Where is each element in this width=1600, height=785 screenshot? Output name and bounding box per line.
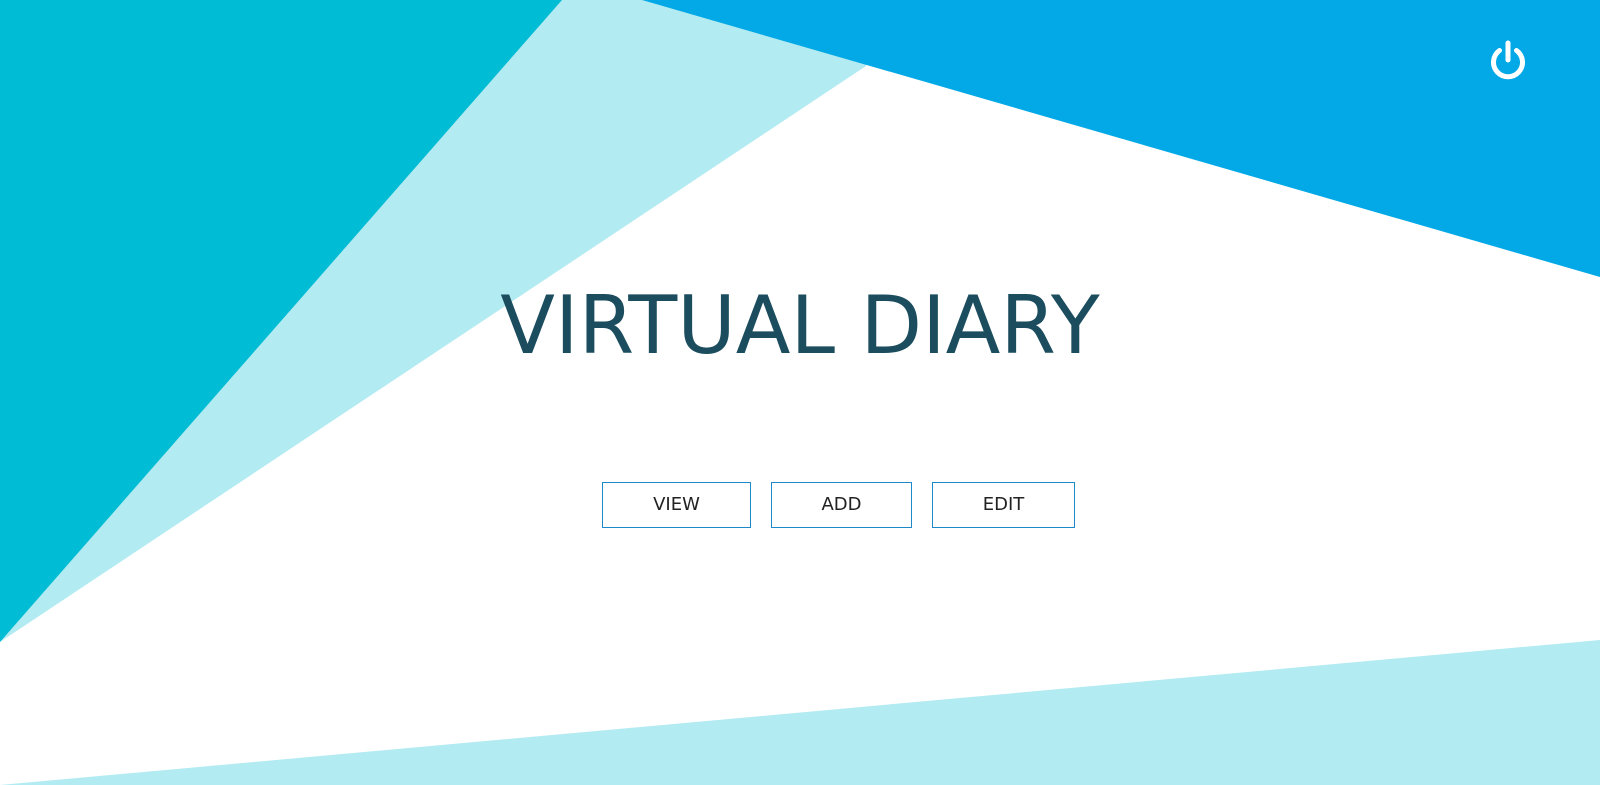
bottom-cyan-band: [0, 640, 1600, 785]
power-button[interactable]: [1485, 38, 1531, 84]
edit-button[interactable]: EDIT: [932, 482, 1075, 528]
power-icon: [1491, 40, 1525, 80]
app-window: VIRTUAL DIARY VIEW ADD EDIT: [0, 0, 1600, 785]
page-title: VIRTUAL DIARY: [500, 279, 1100, 372]
view-button[interactable]: VIEW: [602, 482, 751, 528]
background-shapes: [0, 0, 1600, 785]
sky-blue-wedge: [642, 0, 1600, 277]
add-button[interactable]: ADD: [771, 482, 912, 528]
